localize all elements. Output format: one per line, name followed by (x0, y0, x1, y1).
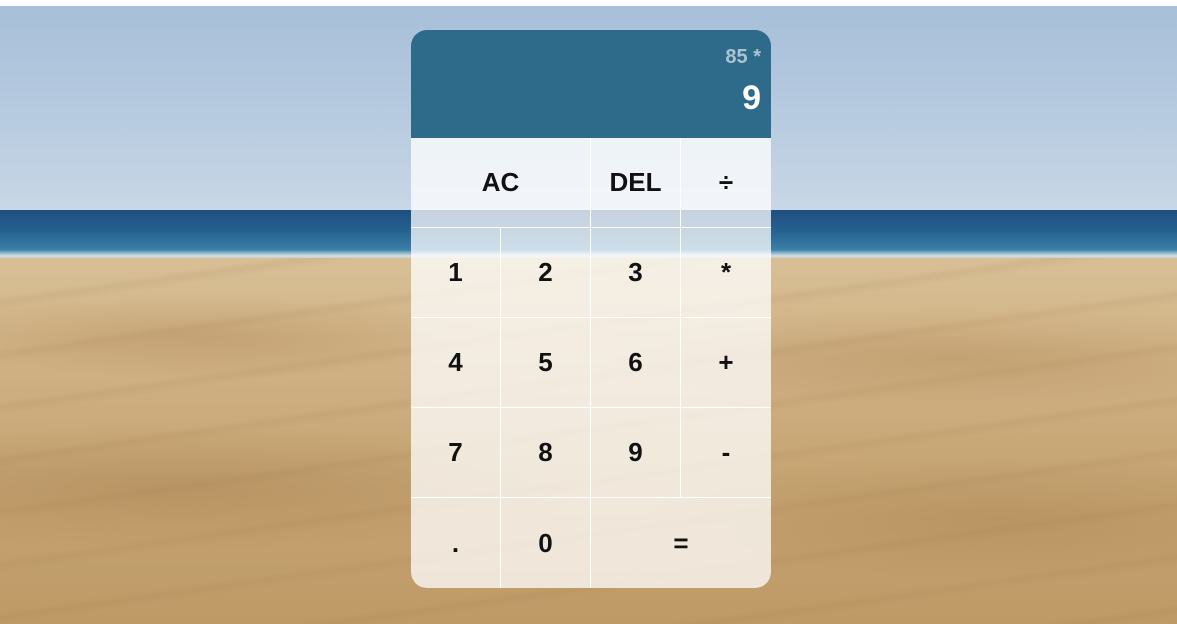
calculator-keypad: AC DEL ÷ 1 2 3 * 4 5 6 + 7 8 9 - . 0 = (411, 138, 771, 588)
equals-button[interactable]: = (591, 498, 771, 588)
digit-2-button[interactable]: 2 (501, 228, 591, 318)
divide-button[interactable]: ÷ (681, 138, 771, 228)
digit-4-button[interactable]: 4 (411, 318, 501, 408)
digit-0-button[interactable]: 0 (501, 498, 591, 588)
calculator-display: 85 * 9 (411, 30, 771, 138)
digit-5-button[interactable]: 5 (501, 318, 591, 408)
add-button[interactable]: + (681, 318, 771, 408)
current-operand: 9 (742, 79, 761, 117)
digit-7-button[interactable]: 7 (411, 408, 501, 498)
subtract-button[interactable]: - (681, 408, 771, 498)
delete-button[interactable]: DEL (591, 138, 681, 228)
digit-8-button[interactable]: 8 (501, 408, 591, 498)
digit-6-button[interactable]: 6 (591, 318, 681, 408)
all-clear-button[interactable]: AC (411, 138, 591, 228)
digit-1-button[interactable]: 1 (411, 228, 501, 318)
calculator: 85 * 9 AC DEL ÷ 1 2 3 * 4 5 6 + 7 8 9 - … (411, 30, 771, 588)
digit-9-button[interactable]: 9 (591, 408, 681, 498)
digit-3-button[interactable]: 3 (591, 228, 681, 318)
previous-operand: 85 * (725, 46, 761, 68)
decimal-button[interactable]: . (411, 498, 501, 588)
multiply-button[interactable]: * (681, 228, 771, 318)
